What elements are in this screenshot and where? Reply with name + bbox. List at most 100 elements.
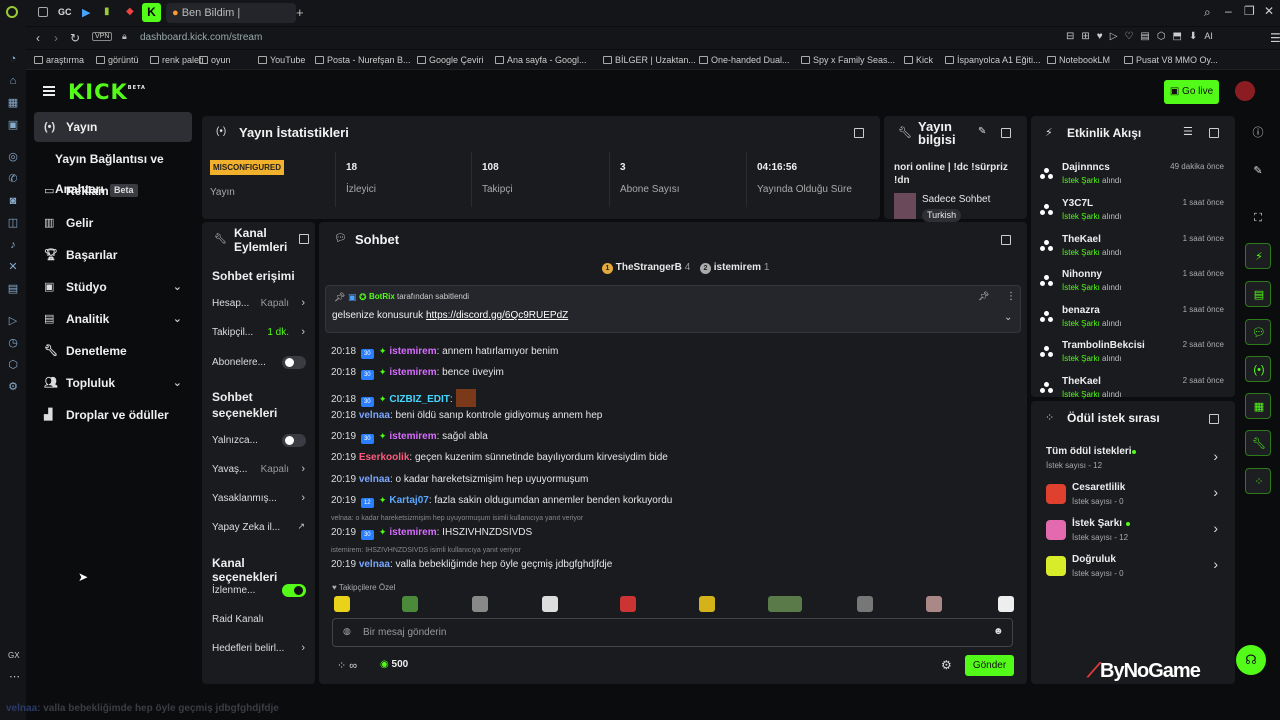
language-tag[interactable]: Turkish	[922, 209, 962, 222]
corner-icon[interactable]: ▣	[6, 118, 20, 132]
emote-item[interactable]	[699, 596, 715, 612]
setting-followers-only[interactable]: Takipçil... 1 dk. ›	[212, 326, 307, 338]
event-item[interactable]: TrambolinBekcisi İstek Şarkı alındı 2 saat…	[1038, 338, 1228, 372]
reward-item[interactable]: Doğruluk İstek sayısı - 0 ›	[1040, 552, 1226, 586]
sidebar-item-2[interactable]: ▭ Reklam Beta	[34, 176, 192, 206]
emoji-icon[interactable]: ☻	[993, 626, 1004, 637]
bookmark-item[interactable]: NotebookLM	[1047, 50, 1110, 70]
bookmark-item[interactable]: YouTube	[258, 50, 305, 70]
message-username[interactable]: istemirem	[389, 346, 436, 357]
filter-icon[interactable]: ☰	[1183, 125, 1193, 138]
right-tool-chat-icon[interactable]: 💬︎	[1245, 319, 1271, 345]
chat-popout-icon[interactable]	[1001, 235, 1011, 245]
setting-slow-mode[interactable]: Yavaş... Kapalı ›	[212, 463, 307, 475]
right-tool-layout-icon[interactable]: ▦	[1245, 393, 1271, 419]
twitter-icon[interactable]: ✕	[6, 260, 20, 274]
speed-dial-icon[interactable]: ◔	[6, 52, 20, 66]
emote-only-toggle[interactable]	[282, 434, 306, 447]
chat-message[interactable]: 20:19 Eserkoolik: geçen kuzenim sünnetin…	[331, 452, 668, 463]
setting-raid-channel[interactable]: Raid Kanalı	[212, 614, 307, 625]
right-tool-pencil-icon[interactable]: ✎	[1245, 158, 1271, 184]
sidebar-item-7[interactable]: 🔧︎ Denetleme	[34, 336, 192, 366]
tab-icon-green[interactable]: ▮	[104, 6, 110, 17]
sidebar-item-9[interactable]: ▟ Droplar ve ödüller	[34, 400, 192, 430]
workspaces-icon[interactable]	[38, 7, 48, 17]
extensions-icon[interactable]: ⬡	[6, 358, 20, 372]
right-tool-fullscreen-icon[interactable]: ⛶	[1245, 205, 1271, 231]
right-tool-list-icon[interactable]: ▤	[1245, 281, 1271, 307]
event-item[interactable]: TheKael İstek Şarkı alındı 1 saat önce	[1038, 232, 1228, 266]
back-icon[interactable]: ‹	[36, 31, 40, 45]
reward-item[interactable]: Cesaretlilik İstek sayısı - 0 ›	[1040, 480, 1226, 514]
edit-icon[interactable]: ✎	[978, 126, 986, 137]
url-field[interactable]: dashboard.kick.com/stream	[140, 32, 262, 43]
message-username[interactable]: istemirem	[389, 367, 436, 378]
go-live-button[interactable]: ▣ Go live	[1164, 80, 1219, 104]
new-tab-button[interactable]: +	[296, 5, 304, 20]
message-username[interactable]: velnaa	[359, 410, 390, 421]
category-name[interactable]: Sadece Sohbet	[922, 194, 990, 205]
reload-icon[interactable]: ↻	[70, 31, 80, 45]
bookmark-item[interactable]: renk paleti	[150, 50, 204, 70]
vpn-badge[interactable]: VPN	[92, 32, 113, 41]
support-button[interactable]: ☊	[1236, 645, 1266, 675]
chat-message[interactable]: 20:19 velnaa: o kadar hareketsizmişim he…	[331, 474, 588, 485]
discord-icon[interactable]: ◙	[6, 194, 20, 208]
forward-icon[interactable]: ›	[54, 31, 58, 45]
sidebar-item-6[interactable]: ▤ Analitik ⌄	[34, 304, 192, 334]
chat-message[interactable]: 20:18 velnaa: beni öldü sanıp kontrole g…	[331, 410, 602, 421]
right-tool-broadcast-icon[interactable]: (•)	[1245, 356, 1271, 382]
chat-message[interactable]: 20:19 30 ✦ istemirem: IHSZIVHNZDSIVDS	[331, 527, 532, 540]
reward-item[interactable]: İstek Şarkı İstek sayısı - 12 ›	[1040, 516, 1226, 550]
chat-message[interactable]: 20:19 velnaa: valla bebekliğimde hep öyl…	[331, 559, 612, 570]
setting-goals[interactable]: Hedefleri belirl... ›	[212, 642, 307, 654]
emote-item[interactable]	[857, 596, 873, 612]
event-item[interactable]: Nihonny İstek Şarkı alındı 1 saat önce	[1038, 267, 1228, 301]
right-tool-bolt-icon[interactable]: ⚡︎	[1245, 243, 1271, 269]
subs-only-toggle[interactable]	[282, 356, 306, 369]
send-button[interactable]: Gönder	[965, 655, 1014, 676]
message-username[interactable]: Eserkoolik	[359, 452, 410, 463]
message-username[interactable]: istemirem	[389, 431, 436, 442]
chat-message[interactable]: 20:18 30 ✦ istemirem: annem hatırlamıyor b…	[331, 346, 558, 359]
settings-icon[interactable]: ⚙	[6, 380, 20, 394]
emote-item[interactable]	[620, 596, 636, 612]
sidebar-item-3[interactable]: ▥ Gelir	[34, 208, 192, 238]
gifter-name[interactable]: istemirem	[714, 262, 761, 273]
message-username[interactable]: Kartaj07	[389, 495, 428, 506]
bits-infinity[interactable]: ⁘ ∞	[337, 659, 357, 672]
right-tool-wrench-icon[interactable]: 🔧︎	[1245, 430, 1271, 456]
chat-message[interactable]: 20:19 30 ✦ istemirem: sağol abla	[331, 431, 488, 444]
stats-popout-icon[interactable]	[854, 128, 864, 138]
activity-popout-icon[interactable]	[1209, 128, 1219, 138]
chat-input[interactable]: ◍ Bir mesaj gönderin ☻	[332, 618, 1013, 647]
sidebar-item-4[interactable]: 🏆︎ Başarılar	[34, 240, 192, 270]
aria-icon[interactable]: ⌂	[6, 74, 20, 88]
emote-item[interactable]	[926, 596, 942, 612]
messenger-icon[interactable]: ◎	[6, 150, 20, 164]
bookmark-item[interactable]: Spy x Family Seas...	[801, 50, 895, 70]
setting-ai-mod[interactable]: Yapay Zeka il... ↗	[212, 521, 307, 533]
instagram-icon[interactable]: ◫	[6, 216, 20, 230]
setting-banned-words[interactable]: Yasaklanmış... ›	[212, 492, 307, 504]
tab-gc[interactable]: GC	[58, 7, 72, 17]
emote-item[interactable]	[998, 596, 1014, 612]
close-window-icon[interactable]: ✕	[1264, 4, 1274, 18]
emote-item[interactable]	[768, 596, 802, 612]
whatsapp-icon[interactable]: ✆	[6, 172, 20, 186]
tab-kick-active[interactable]: K	[142, 3, 161, 22]
right-tool-info-icon[interactable]: ⓘ	[1245, 120, 1271, 146]
kick-logo[interactable]: KICKBETA	[68, 80, 146, 104]
bookmark-item[interactable]: Posta - Nurefşan B...	[315, 50, 411, 70]
maximize-icon[interactable]: ❐	[1244, 4, 1255, 18]
menu-icon[interactable]: ☰	[1270, 31, 1280, 45]
sidebar-item-5[interactable]: ▣ Stüdyo ⌄	[34, 272, 192, 302]
emote-item[interactable]	[542, 596, 558, 612]
bookmark-item[interactable]: Ana sayfa - Googl...	[495, 50, 587, 70]
sidebar-item-0[interactable]: (•) Yayın	[34, 112, 192, 142]
pinned-link[interactable]: https://discord.gg/6Qc9RUEPdZ	[426, 310, 568, 321]
sidebar-item-1[interactable]: Yayın Bağlantısı ve Anahtarı	[34, 144, 214, 196]
more-icon[interactable]: ⋯	[9, 670, 20, 683]
sidebar-item-8[interactable]: 👥︎ Topluluk ⌄	[34, 368, 192, 398]
bookmark-item[interactable]: One-handed Dual...	[699, 50, 790, 70]
